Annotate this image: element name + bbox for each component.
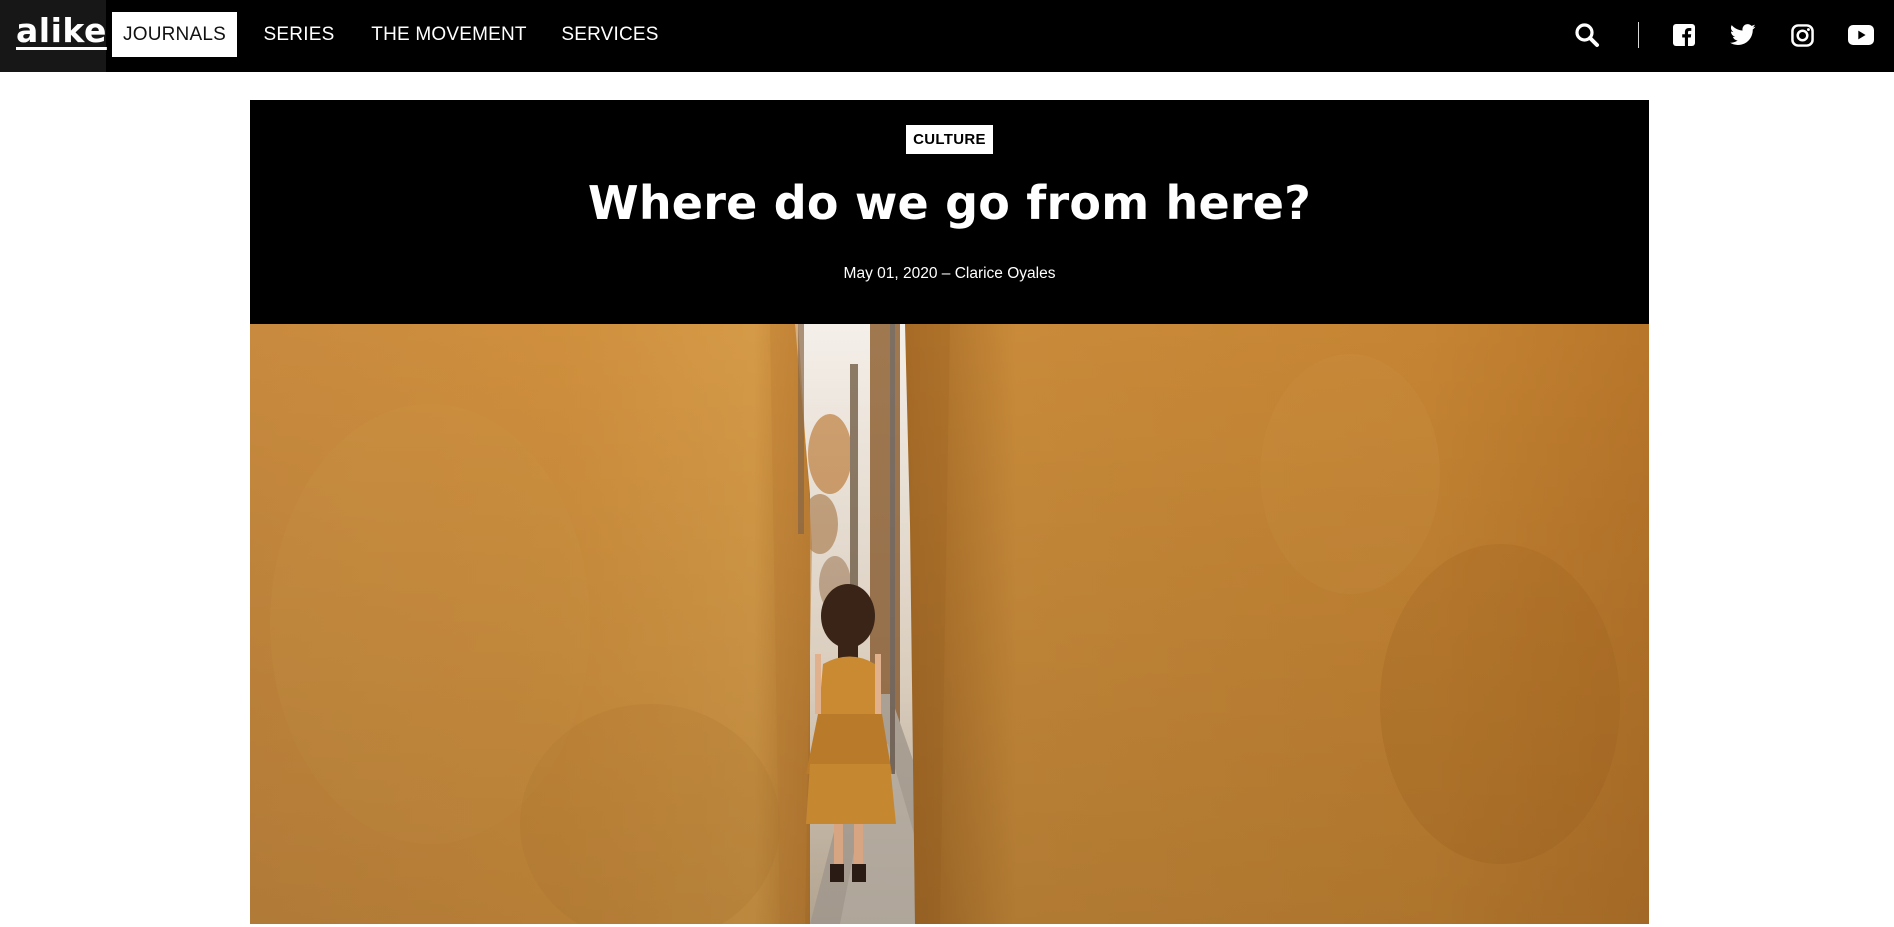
instagram-icon[interactable] bbox=[1785, 18, 1819, 52]
top-navigation-bar: alike JOURNALS SERIES THE MOVEMENT SERVI… bbox=[0, 0, 1894, 72]
article-title: Where do we go from here? bbox=[587, 176, 1312, 230]
nav-item-the-movement[interactable]: THE MOVEMENT bbox=[370, 12, 528, 57]
facebook-icon[interactable] bbox=[1667, 18, 1701, 52]
article-byline: May 01, 2020 – Clarice Oyales bbox=[843, 265, 1056, 282]
nav-item-services[interactable]: SERVICES bbox=[560, 12, 660, 57]
youtube-icon[interactable] bbox=[1844, 18, 1878, 52]
category-badge[interactable]: CULTURE bbox=[906, 125, 993, 154]
search-icon[interactable] bbox=[1570, 18, 1604, 52]
article-header: CULTURE Where do we go from here? May 01… bbox=[250, 100, 1649, 324]
nav-divider bbox=[1638, 22, 1639, 48]
hero-image bbox=[250, 324, 1649, 924]
logo-container: alike bbox=[0, 0, 106, 72]
nav-item-series[interactable]: SERIES bbox=[258, 12, 340, 57]
nav-item-journals[interactable]: JOURNALS bbox=[112, 12, 237, 57]
twitter-icon[interactable] bbox=[1726, 18, 1760, 52]
site-logo[interactable]: alike bbox=[16, 11, 107, 50]
